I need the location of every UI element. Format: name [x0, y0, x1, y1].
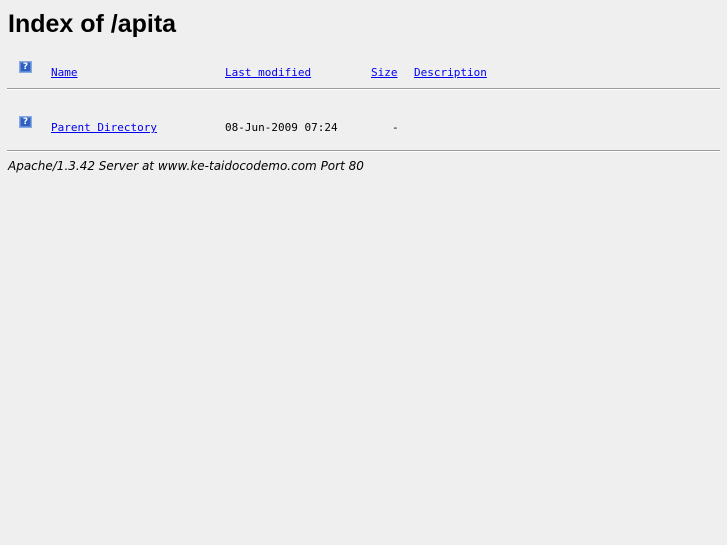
- sort-by-description-link[interactable]: Description: [414, 66, 487, 80]
- back-icon[interactable]: ?: [19, 116, 32, 128]
- sort-by-last-modified-link[interactable]: Last modified: [225, 66, 311, 80]
- server-signature: Apache/1.3.42 Server at www.ke-taidocode…: [8, 159, 364, 173]
- blank-icon: ?: [19, 61, 32, 73]
- footer-divider: [7, 150, 720, 152]
- row-size: -: [392, 121, 399, 134]
- sort-by-name-link[interactable]: Name: [51, 66, 78, 80]
- row-last-modified: 08-Jun-2009 07:24: [225, 121, 338, 134]
- parent-directory-link[interactable]: Parent Directory: [51, 121, 157, 135]
- sort-by-size-link[interactable]: Size: [371, 66, 398, 80]
- header-divider: [7, 88, 720, 90]
- page-title: Index of /apita: [8, 10, 177, 38]
